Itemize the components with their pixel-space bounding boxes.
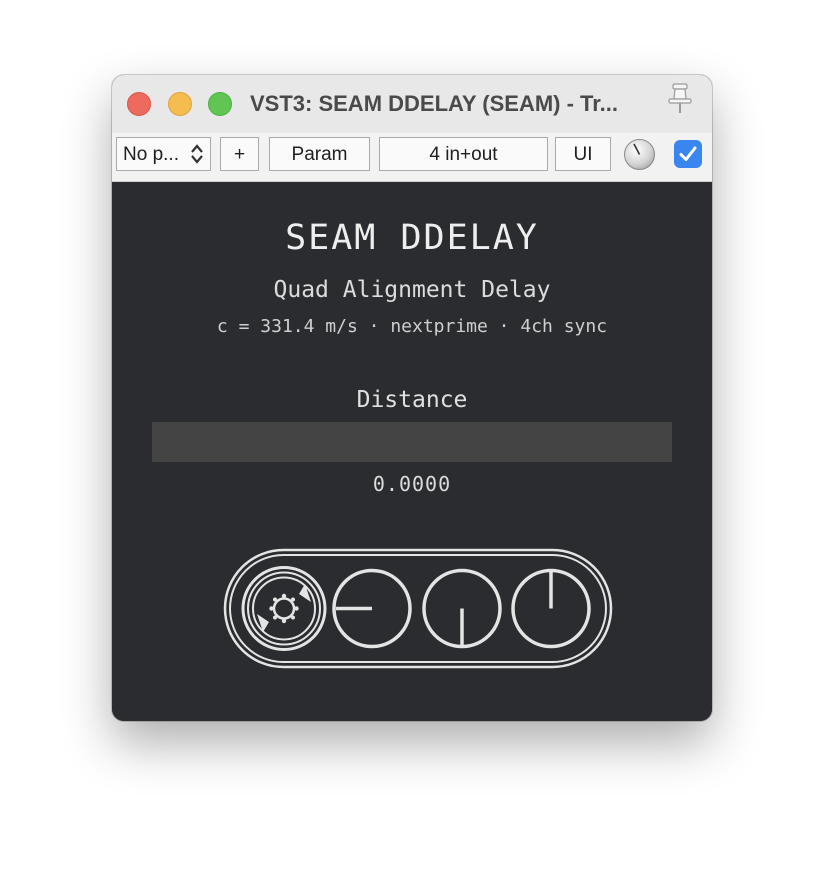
chevron-updown-icon — [191, 144, 203, 164]
window-title: VST3: SEAM DDELAY (SEAM) - Tr... — [250, 91, 618, 116]
plugin-content: SEAM DDELAY Quad Alignment Delay c = 331… — [112, 182, 712, 721]
preset-select[interactable]: No p... — [116, 137, 211, 171]
dial-up-icon — [511, 568, 591, 649]
checkmark-icon — [679, 146, 697, 161]
distance-slider[interactable] — [152, 422, 672, 462]
titlebar[interactable]: VST3: SEAM DDELAY (SEAM) - Tr... — [112, 75, 712, 134]
ui-button[interactable]: UI — [555, 137, 611, 171]
io-config-button[interactable]: 4 in+out — [379, 137, 548, 171]
plugin-window: VST3: SEAM DDELAY (SEAM) - Tr... No p...… — [112, 75, 712, 721]
minimize-window-button[interactable] — [168, 92, 192, 116]
close-window-button[interactable] — [127, 92, 151, 116]
knob-icon[interactable] — [623, 138, 656, 171]
pin-icon[interactable] — [665, 81, 695, 115]
preset-label: No p... — [123, 143, 179, 165]
plugin-subtitle: Quad Alignment Delay — [273, 277, 551, 303]
distance-label: Distance — [356, 387, 468, 413]
disc-icon — [241, 566, 327, 651]
param-button[interactable]: Param — [269, 137, 370, 171]
plugin-title: SEAM DDELAY — [285, 218, 539, 258]
dial-left-icon — [332, 568, 412, 649]
dial-down-icon — [422, 568, 502, 649]
seam-logo — [223, 548, 613, 669]
maximize-window-button[interactable] — [208, 92, 232, 116]
distance-value: 0.0000 — [372, 472, 452, 496]
plugin-info: c = 331.4 m/s · nextprime · 4ch sync — [216, 316, 608, 337]
bypass-checkbox[interactable] — [674, 140, 702, 168]
toolbar: No p... + Param 4 in+out UI — [112, 133, 712, 182]
add-preset-button[interactable]: + — [220, 137, 259, 171]
